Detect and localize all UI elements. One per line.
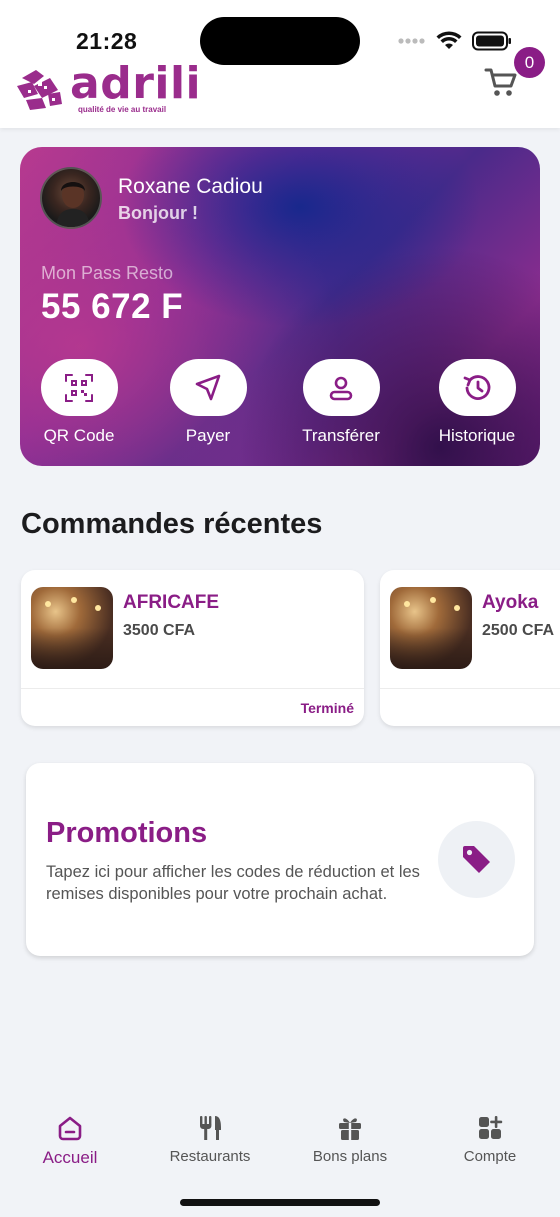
nav-compte-label: Compte: [463, 1148, 517, 1165]
nav-accueil[interactable]: Accueil: [10, 1112, 130, 1168]
profile-photo: [56, 182, 90, 227]
pass-balance: 55 672 F: [41, 287, 184, 326]
promotions-description: Tapez ici pour afficher les codes de réd…: [46, 863, 420, 903]
order-restaurant-name: AFRICAFE: [123, 592, 220, 613]
promotions-icon-circle: [438, 821, 515, 898]
pass-resto-card: Roxane Cadiou Bonjour ! Mon Pass Resto 5…: [20, 147, 540, 466]
promotions-title: Promotions: [46, 817, 208, 849]
nav-accueil-label: Accueil: [42, 1148, 98, 1167]
history-label: Historique: [438, 426, 516, 445]
transfer-label: Transférer: [302, 426, 380, 445]
send-arrow-icon: [195, 374, 221, 400]
pay-button[interactable]: Payer: [153, 359, 263, 446]
order-price: 3500 CFA: [123, 622, 196, 639]
signal-icon: [398, 38, 425, 44]
cutlery-icon: [200, 1116, 221, 1140]
order-divider: [380, 688, 560, 689]
status-time: 21:28: [76, 28, 138, 54]
history-icon: [463, 374, 491, 400]
pay-label: Payer: [185, 426, 231, 445]
home-indicator[interactable]: [180, 1199, 380, 1206]
transfer-button-circle[interactable]: [302, 359, 380, 416]
transfer-button[interactable]: Transférer: [286, 359, 396, 446]
qr-code-label: QR Code: [43, 426, 115, 445]
nav-restaurants-label: Restaurants: [169, 1148, 251, 1165]
qr-code-button-circle[interactable]: [40, 359, 118, 416]
restaurant-image: [390, 587, 472, 669]
tag-icon: [462, 845, 490, 873]
greeting: Bonjour !: [118, 203, 198, 223]
order-card[interactable]: AFRICAFE 3500 CFA Terminé: [21, 570, 364, 726]
brand-logo: adrili qualité de vie au travail: [14, 58, 202, 114]
logo-mark-icon: [17, 70, 62, 110]
order-divider: [21, 688, 364, 689]
history-button-circle[interactable]: [438, 359, 516, 416]
qr-code-icon: [65, 373, 93, 402]
home-icon: [58, 1116, 82, 1141]
pass-label: Mon Pass Resto: [41, 263, 174, 283]
nav-bons-plans-label: Bons plans: [312, 1148, 388, 1165]
battery-icon: [472, 31, 511, 51]
order-restaurant-name: Ayoka: [482, 592, 539, 613]
avatar[interactable]: [40, 167, 102, 229]
apps-plus-icon: [479, 1116, 503, 1139]
nav-restaurants[interactable]: Restaurants: [150, 1112, 270, 1165]
qr-code-button[interactable]: QR Code: [24, 359, 134, 446]
status-icons: [398, 30, 512, 52]
user-name: Roxane Cadiou: [118, 175, 263, 198]
history-button[interactable]: Historique: [422, 359, 532, 446]
dynamic-island: [200, 17, 360, 65]
order-status: Terminé: [300, 700, 354, 716]
nav-compte[interactable]: Compte: [430, 1112, 550, 1165]
nav-bons-plans[interactable]: Bons plans: [290, 1112, 410, 1165]
order-price: 2500 CFA: [482, 622, 555, 639]
user-icon: [329, 376, 353, 400]
recent-orders-title: Commandes récentes: [21, 508, 323, 540]
gift-icon: [339, 1118, 361, 1140]
order-card[interactable]: Ayoka 2500 CFA: [380, 570, 560, 726]
cart-icon[interactable]: [484, 66, 518, 98]
restaurant-image: [31, 587, 113, 669]
pay-button-circle[interactable]: [169, 359, 247, 416]
promotions-card[interactable]: Promotions Tapez ici pour afficher les c…: [26, 763, 534, 956]
cart-count-badge[interactable]: 0: [514, 47, 545, 78]
wifi-icon: [436, 31, 462, 49]
brand-name: adrili: [70, 58, 202, 109]
